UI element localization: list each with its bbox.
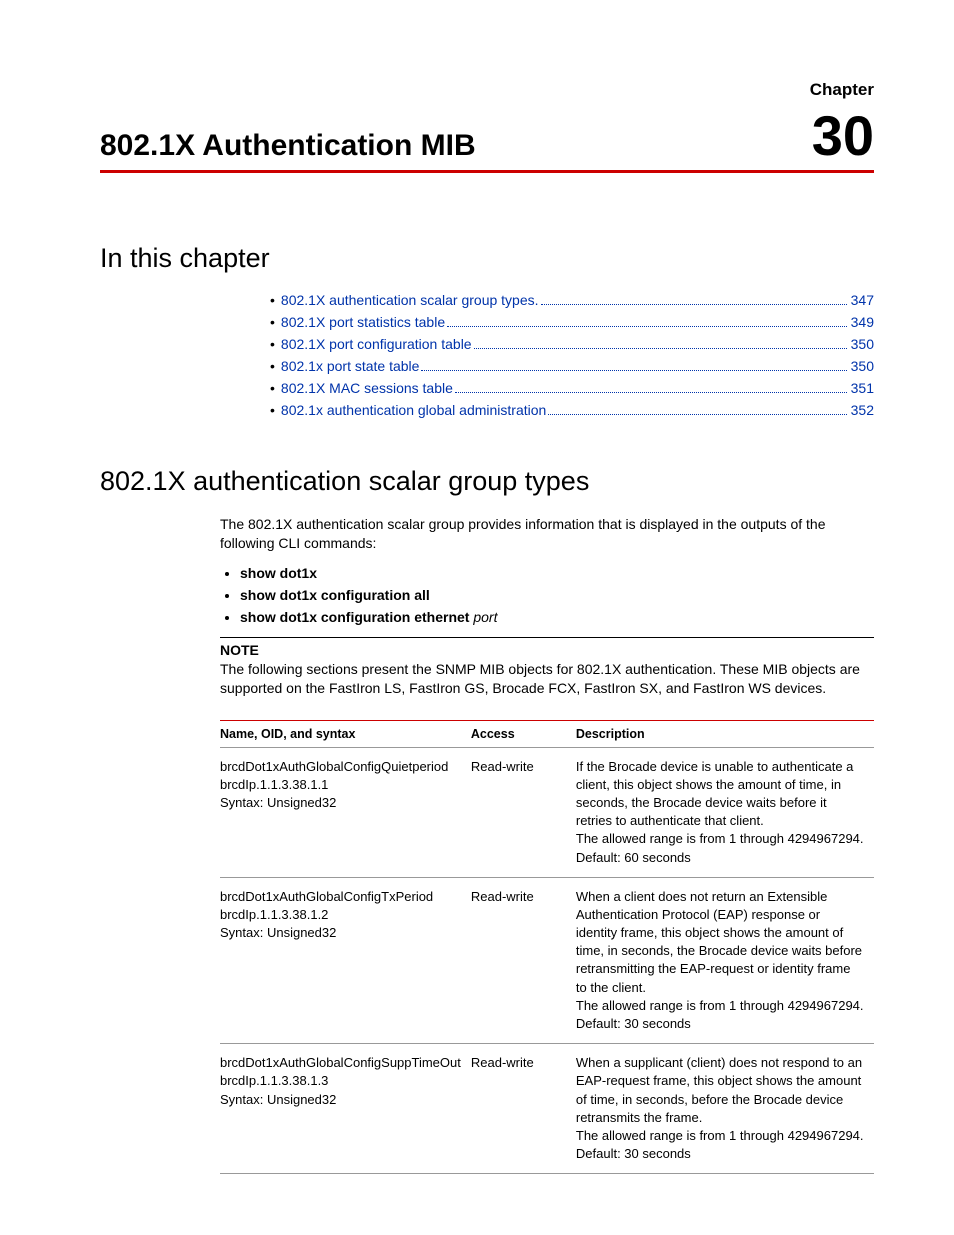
toc-page: 350 [851, 336, 874, 352]
bullet-icon: • [270, 314, 275, 330]
col-header-name: Name, OID, and syntax [220, 720, 471, 747]
bullet-icon: • [270, 358, 275, 374]
bullet-icon: • [270, 380, 275, 396]
mib-table: Name, OID, and syntax Access Description… [220, 720, 874, 1175]
toc-item[interactable]: • 802.1x port state table 350 [270, 358, 874, 374]
toc-label: 802.1X MAC sessions table [281, 380, 453, 396]
toc-page: 350 [851, 358, 874, 374]
table-row: brcdDot1xAuthGlobalConfigSuppTimeOut brc… [220, 1044, 874, 1174]
cell-name: brcdDot1xAuthGlobalConfigSuppTimeOut brc… [220, 1044, 471, 1174]
toc-leader [447, 325, 847, 327]
toc-leader [455, 391, 847, 393]
table-of-contents: • 802.1X authentication scalar group typ… [270, 292, 874, 418]
toc-item[interactable]: • 802.1x authentication global administr… [270, 402, 874, 418]
toc-item[interactable]: • 802.1X MAC sessions table 351 [270, 380, 874, 396]
section-scalar-group: 802.1X authentication scalar group types [100, 466, 874, 497]
command-item: show dot1x configuration ethernet port [240, 609, 874, 625]
document-page: Chapter 802.1X Authentication MIB 30 In … [0, 0, 954, 1235]
note-rule [220, 637, 874, 638]
cell-access: Read-write [471, 747, 576, 877]
intro-paragraph: The 802.1X authentication scalar group p… [220, 515, 874, 553]
cell-access: Read-write [471, 877, 576, 1044]
table-row: brcdDot1xAuthGlobalConfigQuietperiod brc… [220, 747, 874, 877]
cell-description: When a supplicant (client) does not resp… [576, 1044, 874, 1174]
bullet-icon: • [270, 402, 275, 418]
toc-leader [541, 303, 847, 305]
header-rule [100, 170, 874, 173]
note-heading: NOTE [220, 642, 874, 658]
toc-item[interactable]: • 802.1X port statistics table 349 [270, 314, 874, 330]
chapter-label: Chapter [100, 80, 874, 100]
cell-access: Read-write [471, 1044, 576, 1174]
cell-name: brcdDot1xAuthGlobalConfigTxPeriod brcdIp… [220, 877, 471, 1044]
bullet-icon: • [270, 292, 275, 308]
table-row: brcdDot1xAuthGlobalConfigTxPeriod brcdIp… [220, 877, 874, 1044]
toc-label: 802.1X authentication scalar group types [281, 292, 535, 308]
toc-page: 351 [851, 380, 874, 396]
cell-description: If the Brocade device is unable to authe… [576, 747, 874, 877]
toc-page: 347 [851, 292, 874, 308]
chapter-title: 802.1X Authentication MIB [100, 129, 476, 163]
command-item: show dot1x [240, 565, 874, 581]
cell-name: brcdDot1xAuthGlobalConfigQuietperiod brc… [220, 747, 471, 877]
toc-item[interactable]: • 802.1X port configuration table 350 [270, 336, 874, 352]
cell-description: When a client does not return an Extensi… [576, 877, 874, 1044]
section-body: The 802.1X authentication scalar group p… [220, 515, 874, 1174]
note-body: The following sections present the SNMP … [220, 660, 874, 698]
toc-leader [474, 347, 847, 349]
toc-label: 802.1X port statistics table [281, 314, 445, 330]
toc-leader [548, 413, 846, 415]
bullet-icon: • [270, 336, 275, 352]
toc-page: 349 [851, 314, 874, 330]
toc-item[interactable]: • 802.1X authentication scalar group typ… [270, 292, 874, 308]
section-in-this-chapter: In this chapter [100, 243, 874, 274]
command-list: show dot1x show dot1x configuration all … [220, 565, 874, 625]
toc-label: 802.1x authentication global administrat… [281, 402, 546, 418]
chapter-number: 30 [812, 108, 874, 164]
toc-leader [421, 369, 846, 371]
table-header-row: Name, OID, and syntax Access Description [220, 720, 874, 747]
toc-label: 802.1X port configuration table [281, 336, 472, 352]
toc-page: 352 [851, 402, 874, 418]
toc-label: 802.1x port state table [281, 358, 420, 374]
chapter-header: 802.1X Authentication MIB 30 [100, 108, 874, 164]
command-item: show dot1x configuration all [240, 587, 874, 603]
col-header-description: Description [576, 720, 874, 747]
col-header-access: Access [471, 720, 576, 747]
